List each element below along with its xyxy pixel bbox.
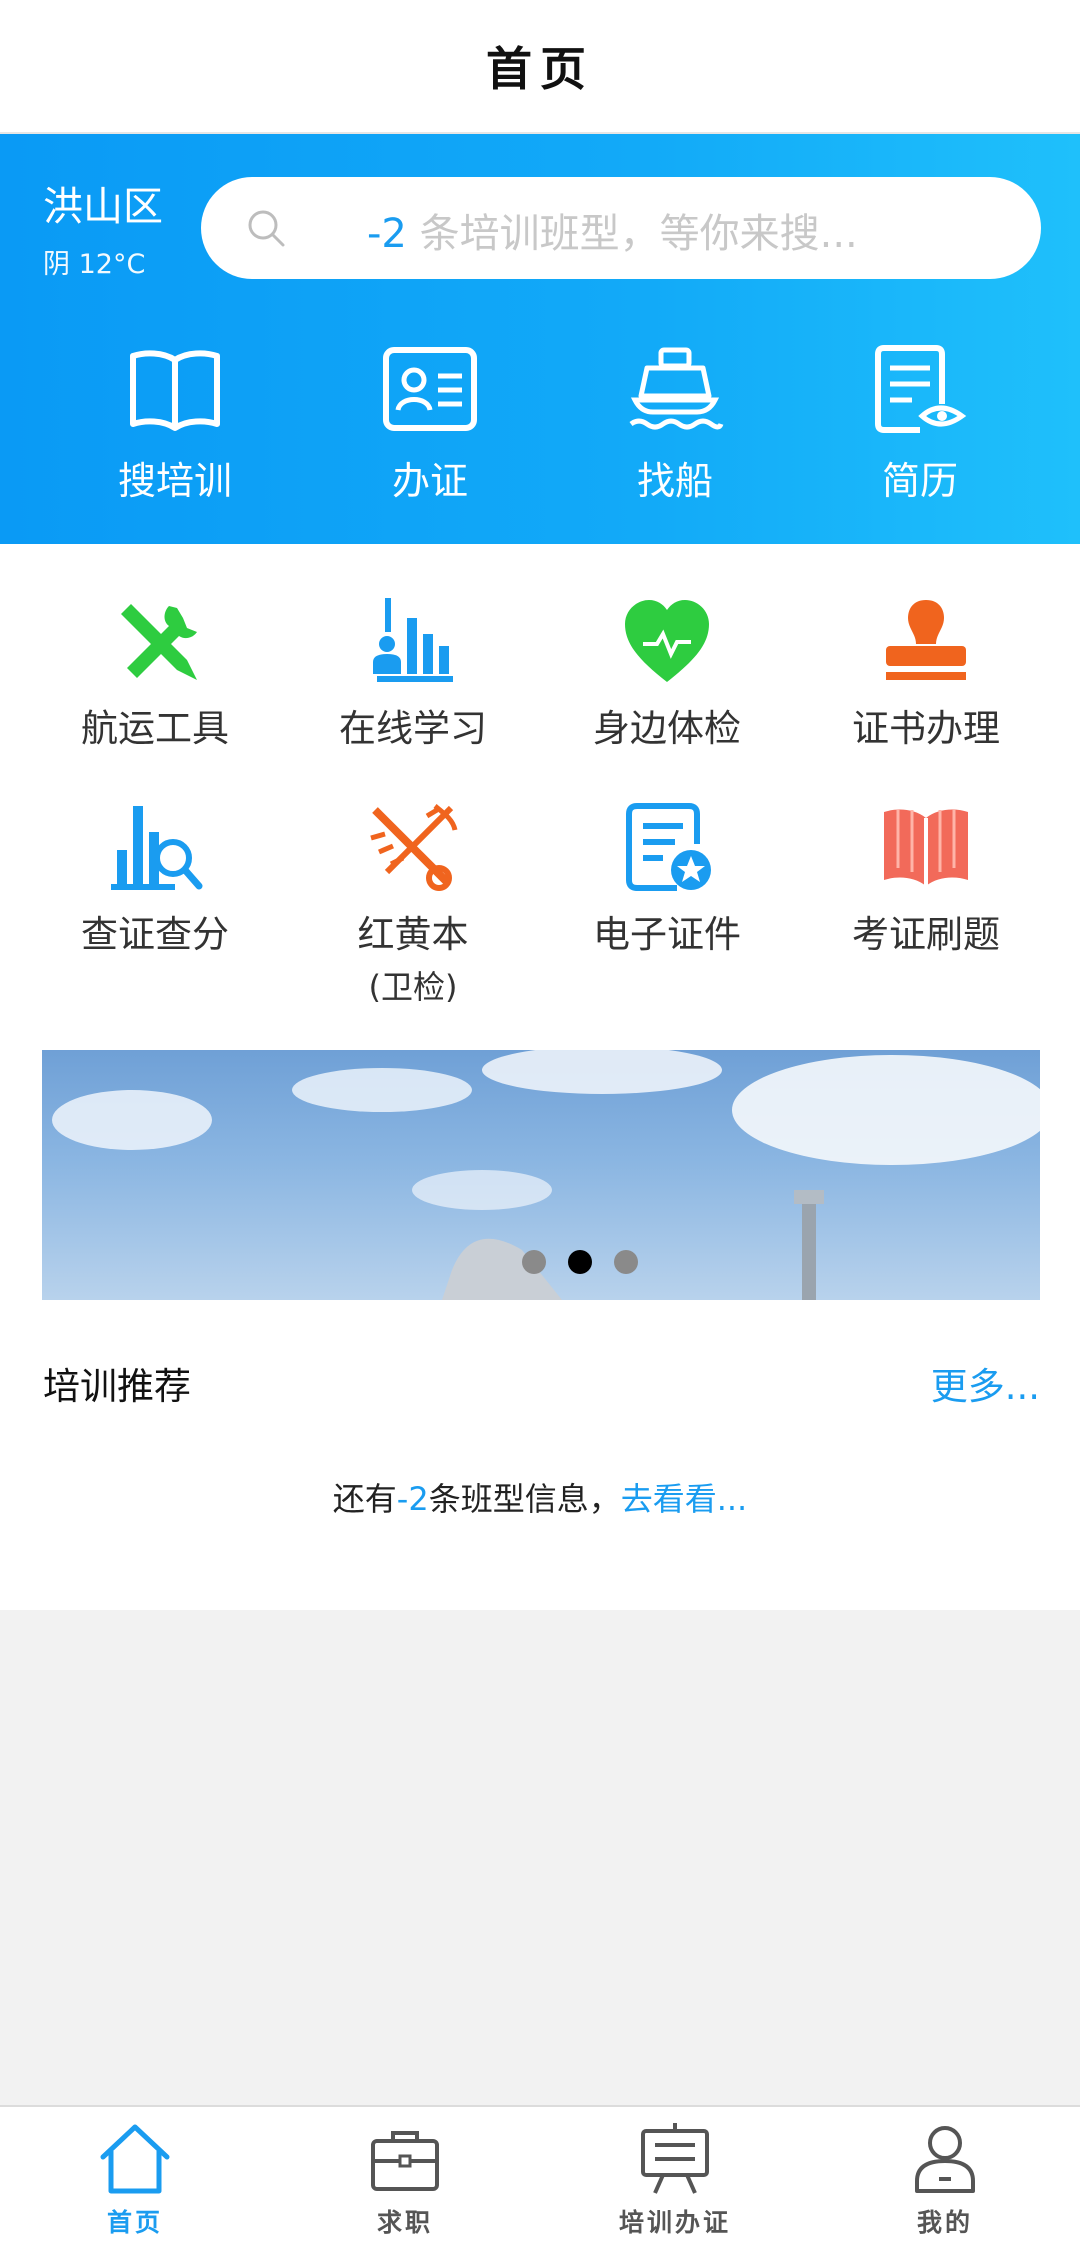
search-training-button[interactable]: 搜培训 [75,344,275,505]
e-certificate-button[interactable]: 电子证件 [547,800,787,958]
health-book-button[interactable]: 红黄本 (卫检) [293,800,533,1008]
exam-practice-button[interactable]: 考证刷题 [806,800,1046,958]
home-icon [100,2124,170,2194]
ship-icon [629,347,724,430]
promo-banner[interactable] [42,1050,1040,1300]
more-link[interactable]: 更多... [931,1356,1040,1410]
feature-area: 航运工具 在线学习 身边体检 证书办理 查证查分 红黄本 (卫检) 电子证件 考… [0,544,1080,1610]
search-placeholder: -2 条培训班型，等你来搜... [367,211,858,257]
e-certificate-label: 电子证件 [593,913,741,956]
carousel-dot-active[interactable] [568,1250,592,1274]
search-training-label: 搜培训 [117,459,232,503]
check-scores-button[interactable]: 查证查分 [35,800,275,958]
id-card-icon [383,347,477,431]
hero-header: 洪山区 阴 12°C -2 条培训班型，等你来搜... 搜培训 办证 找船 简历 [0,134,1080,544]
stamp-icon [886,600,966,680]
shipping-tools-button[interactable]: 航运工具 [35,594,275,752]
heart-icon [625,600,709,682]
tools-icon [121,604,197,680]
study-chart-icon [373,598,453,682]
health-book-label: 红黄本 [357,913,469,956]
tab-profile[interactable]: 我的 [810,2121,1080,2239]
carousel-dot[interactable] [614,1250,638,1274]
hero-actions: 搜培训 办证 找船 简历 [0,344,1080,514]
nearby-checkup-button[interactable]: 身边体检 [547,594,787,752]
page-title: 首页 [486,42,594,96]
weather-label: 阴 12°C [43,249,146,280]
presentation-board-icon [641,2123,709,2194]
bottom-tab-bar: 首页 求职 培训办证 我的 [0,2105,1080,2247]
user-icon [915,2126,975,2193]
briefcase-icon [371,2131,439,2191]
caduceus-icon [370,804,458,891]
certificate-label: 办证 [391,459,468,503]
shipping-tools-label: 航运工具 [81,707,229,750]
chart-search-icon [111,806,203,890]
class-info-text: 还有-2条班型信息，去看看... [0,1474,1080,1520]
search-bar[interactable]: -2 条培训班型，等你来搜... [201,177,1041,279]
tab-training-certificate[interactable]: 培训办证 [540,2121,810,2239]
resume-button[interactable]: 简历 [820,344,1020,505]
exam-practice-label: 考证刷题 [852,913,1000,956]
certificate-processing-label: 证书办理 [852,707,1000,750]
resume-eye-icon [875,345,967,433]
e-certificate-icon [626,803,711,891]
certificate-button[interactable]: 办证 [330,344,530,505]
tab-jobs-label: 求职 [376,2208,433,2237]
info-count: -2 [396,1480,429,1518]
city-label: 洪山区 [43,184,163,230]
carousel-dot[interactable] [522,1250,546,1274]
certificate-processing-button[interactable]: 证书办理 [806,594,1046,752]
online-study-button[interactable]: 在线学习 [293,594,533,752]
tab-home[interactable]: 首页 [0,2121,270,2239]
open-book-icon [130,350,220,431]
nearby-checkup-label: 身边体检 [593,707,741,750]
health-book-sublabel: (卫检) [368,968,458,1006]
section-title: 培训推荐 [43,1365,191,1408]
carousel-indicators[interactable] [522,1250,638,1274]
info-prefix: 还有 [332,1480,397,1518]
info-mid: 条班型信息， [428,1480,621,1518]
tab-home-label: 首页 [106,2208,163,2237]
find-ship-button[interactable]: 找船 [575,344,775,505]
online-study-label: 在线学习 [339,707,487,750]
search-icon [248,210,285,247]
tab-profile-label: 我的 [916,2208,973,2237]
tab-training-certificate-label: 培训办证 [618,2208,731,2237]
tab-jobs[interactable]: 求职 [270,2121,540,2239]
find-ship-label: 找船 [636,459,713,503]
resume-label: 简历 [881,459,958,503]
top-bar: 首页 [0,0,1080,134]
book-icon [884,809,968,886]
check-scores-label: 查证查分 [81,913,229,956]
go-see-link[interactable]: 去看看... [621,1480,748,1518]
location-selector[interactable]: 洪山区 阴 12°C [43,182,163,281]
